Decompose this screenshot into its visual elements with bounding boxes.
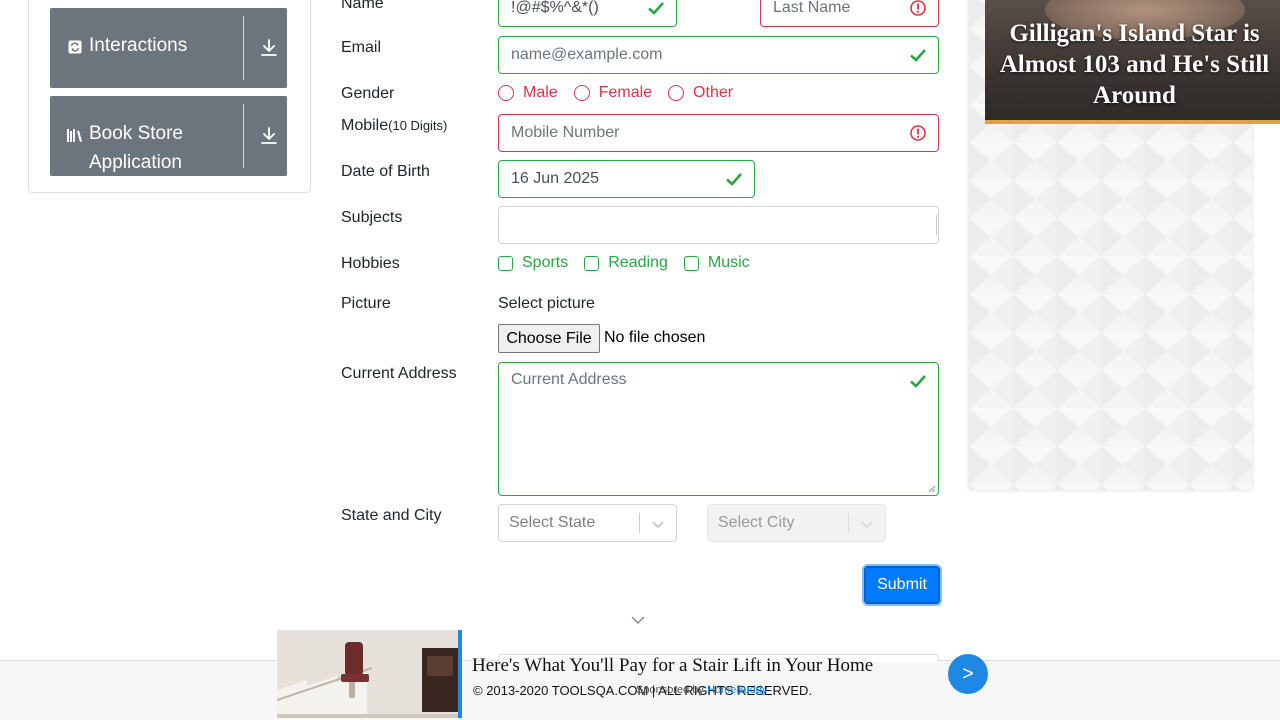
sidebar-group-label: Interactions bbox=[89, 35, 188, 56]
interactions-icon bbox=[67, 39, 83, 55]
ad-sponsor-brand: HomeBuddy bbox=[706, 684, 768, 696]
dob-label: Date of Birth bbox=[341, 163, 430, 180]
stairlift-illustration bbox=[277, 630, 458, 718]
hobby-sports-checkbox[interactable]: Sports bbox=[498, 254, 568, 272]
hobbies-checkbox-group: Sports Reading Music bbox=[498, 254, 766, 272]
download-icon bbox=[260, 38, 278, 58]
sidebar-group-label: Book Store bbox=[89, 123, 183, 144]
last-name-placeholder: Last Name bbox=[773, 0, 851, 16]
gender-radio-group: Male Female Other bbox=[498, 84, 749, 102]
first-name-value: !@#$%^&*() bbox=[511, 0, 599, 16]
mobile-input[interactable]: Mobile Number bbox=[498, 114, 939, 152]
current-address-label: Current Address bbox=[341, 365, 457, 382]
gender-label: Gender bbox=[341, 85, 395, 102]
check-icon bbox=[910, 49, 926, 62]
ad-sponsor: Sponsored by HomeBuddy bbox=[636, 684, 767, 696]
choose-file-button[interactable]: Choose File bbox=[498, 324, 600, 353]
mobile-label: Mobile(10 Digits) bbox=[341, 117, 448, 134]
email-placeholder: name@example.com bbox=[511, 46, 663, 63]
city-placeholder: Select City bbox=[718, 514, 795, 531]
ad-sponsor-prefix: Sponsored by bbox=[636, 684, 707, 696]
mobile-placeholder: Mobile Number bbox=[511, 124, 620, 141]
select-divider bbox=[848, 513, 849, 533]
hobby-music-checkbox[interactable]: Music bbox=[683, 254, 750, 272]
state-city-label: State and City bbox=[341, 507, 442, 524]
file-status: No file chosen bbox=[604, 329, 706, 346]
subjects-divider bbox=[936, 215, 937, 235]
name-label: Name bbox=[341, 0, 384, 12]
mobile-hint: (10 Digits) bbox=[388, 118, 448, 133]
ad-headline: Gilligan's Island Star is Almost 103 and… bbox=[999, 20, 1270, 109]
ad-next-button[interactable]: > bbox=[948, 654, 988, 694]
sidebar-group-interactions[interactable]: Interactions bbox=[50, 8, 287, 88]
ad-stairlift-image[interactable] bbox=[277, 630, 458, 718]
current-address-placeholder: Current Address bbox=[511, 371, 627, 388]
gender-other-radio[interactable]: Other bbox=[668, 84, 733, 102]
current-address-textarea[interactable]: Current Address bbox=[498, 362, 939, 496]
state-select[interactable]: Select State bbox=[498, 504, 677, 542]
check-icon bbox=[648, 2, 664, 15]
sidebar-group-book-store[interactable]: Book Store Application bbox=[50, 96, 287, 176]
first-name-input[interactable]: !@#$%^&*() bbox=[498, 0, 677, 27]
picture-label: Picture bbox=[341, 295, 391, 312]
chevron-down-icon[interactable] bbox=[630, 614, 646, 626]
last-name-input[interactable]: Last Name bbox=[760, 0, 939, 27]
select-divider bbox=[639, 513, 640, 533]
divider bbox=[243, 16, 244, 80]
book-store-icon bbox=[65, 127, 85, 143]
email-label: Email bbox=[341, 39, 382, 56]
submit-button[interactable]: Submit bbox=[864, 566, 940, 604]
error-icon bbox=[910, 0, 926, 16]
gender-male-radio[interactable]: Male bbox=[498, 84, 558, 102]
state-placeholder: Select State bbox=[509, 514, 596, 531]
ad-accent-bar bbox=[458, 630, 462, 718]
dob-input[interactable]: 16 Jun 2025 bbox=[498, 160, 755, 198]
check-icon bbox=[726, 173, 742, 186]
email-input[interactable]: name@example.com bbox=[498, 36, 939, 74]
error-icon bbox=[910, 125, 926, 141]
city-select[interactable]: Select City bbox=[707, 504, 886, 542]
resize-grip-icon[interactable] bbox=[928, 485, 936, 493]
ad-bottom-title[interactable]: Here's What You'll Pay for a Stair Lift … bbox=[472, 655, 873, 677]
check-icon bbox=[910, 375, 926, 388]
ad-headline-banner[interactable]: Gilligan's Island Star is Almost 103 and… bbox=[985, 0, 1280, 124]
subjects-label: Subjects bbox=[341, 209, 403, 226]
hobbies-label: Hobbies bbox=[341, 255, 400, 272]
select-picture-label: Select picture bbox=[498, 295, 595, 312]
divider bbox=[243, 104, 244, 168]
download-icon bbox=[260, 126, 278, 146]
sidebar-group-label-line2: Application bbox=[89, 152, 182, 173]
subjects-input[interactable] bbox=[498, 206, 939, 244]
gender-female-radio[interactable]: Female bbox=[573, 84, 652, 102]
hobby-reading-checkbox[interactable]: Reading bbox=[584, 254, 668, 272]
dob-value: 16 Jun 2025 bbox=[511, 170, 600, 187]
chevron-down-icon bbox=[861, 521, 873, 529]
chevron-down-icon bbox=[652, 521, 664, 529]
